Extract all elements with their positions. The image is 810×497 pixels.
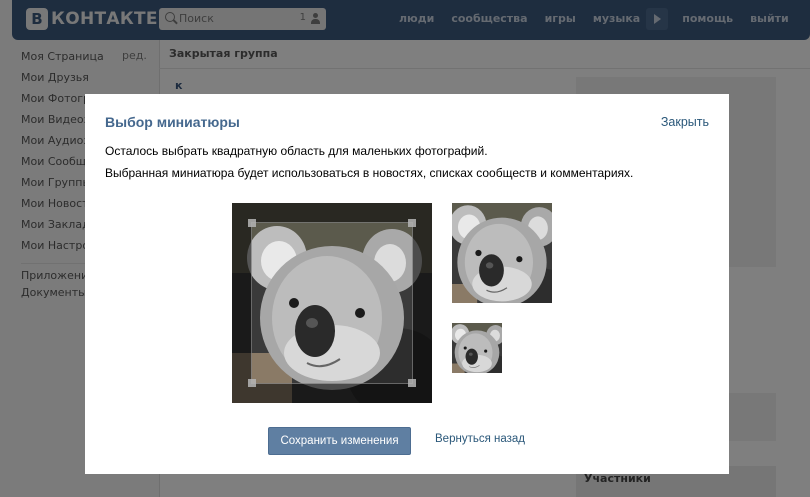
crop-handle-top-right[interactable] — [408, 219, 416, 227]
koala-thumb-large — [452, 203, 552, 303]
koala-photo-selected — [251, 222, 413, 384]
thumbnail-modal: Выбор миниатюры Закрыть Осталось выбрать… — [85, 94, 729, 474]
close-link[interactable]: Закрыть — [661, 115, 709, 129]
crop-handle-bottom-right[interactable] — [408, 379, 416, 387]
instruction-line-1: Осталось выбрать квадратную область для … — [105, 144, 488, 158]
crop-handle-bottom-left[interactable] — [248, 379, 256, 387]
instruction-line-2: Выбранная миниатюра будет использоваться… — [105, 166, 633, 180]
thumbnail-preview-large — [452, 203, 552, 303]
crop-area[interactable] — [232, 203, 432, 403]
go-back-link[interactable]: Вернуться назад — [435, 433, 525, 445]
koala-thumb-small — [452, 323, 502, 373]
thumbnail-preview-small — [452, 323, 502, 373]
save-changes-button[interactable]: Сохранить изменения — [268, 427, 411, 455]
crop-handle-top-left[interactable] — [248, 219, 256, 227]
crop-selection[interactable] — [251, 222, 413, 384]
modal-title: Выбор миниатюры — [105, 114, 240, 130]
